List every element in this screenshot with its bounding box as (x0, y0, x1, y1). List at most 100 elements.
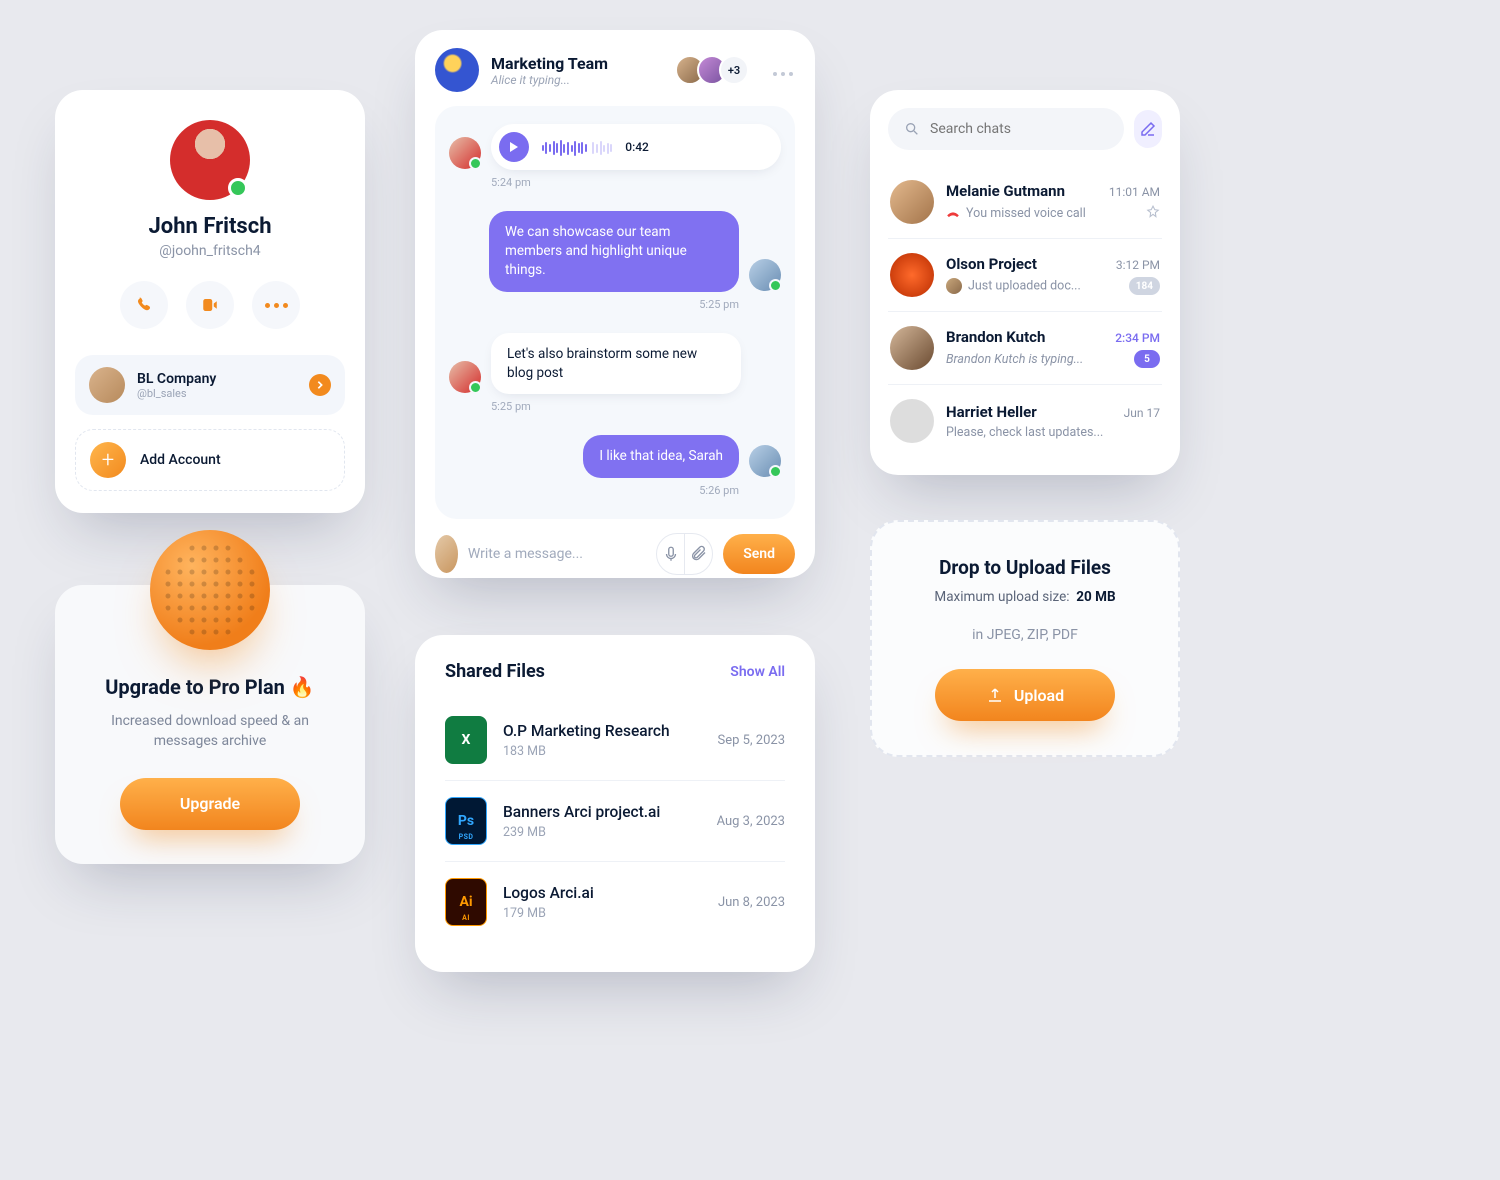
voice-duration: 0:42 (625, 140, 649, 154)
message-time: 5:26 pm (449, 484, 739, 497)
add-account-label: Add Account (140, 452, 221, 468)
phone-icon (135, 296, 153, 314)
paperclip-icon (690, 545, 708, 563)
call-button[interactable] (120, 281, 168, 329)
message-row: 0:42 5:24 pm (449, 124, 781, 189)
upgrade-orb-graphic (150, 530, 270, 650)
message-row: We can showcase our team members and hig… (449, 211, 781, 311)
message-composer: Send (435, 533, 795, 575)
chat-subtext: You missed voice call (946, 206, 1086, 221)
message-time: 5:25 pm (491, 400, 781, 413)
file-row[interactable]: X O.P Marketing Research 183 MB Sep 5, 2… (445, 700, 785, 780)
chat-name: Olson Project (946, 255, 1037, 273)
profile-handle: @joohn_fritsch4 (75, 243, 345, 259)
message-bubble: Let's also brainstorm some new blog post (491, 333, 741, 395)
unread-badge: 5 (1134, 350, 1160, 368)
upload-formats: in JPEG, ZIP, PDF (896, 627, 1154, 643)
team-avatar[interactable] (435, 48, 479, 92)
chat-menu-button[interactable] (771, 61, 795, 80)
chat-time: 3:12 PM (1116, 258, 1160, 272)
upload-button[interactable]: Upload (935, 669, 1115, 721)
dot-icon (265, 303, 270, 308)
chat-subtext: Please, check last updates... (946, 425, 1103, 440)
message-avatar (449, 361, 481, 393)
file-date: Jun 8, 2023 (718, 895, 785, 910)
chat-time: Jun 17 (1124, 406, 1160, 420)
message-input[interactable] (468, 546, 646, 562)
file-row[interactable]: AiAI Logos Arci.ai 179 MB Jun 8, 2023 (445, 861, 785, 942)
message-row: Let's also brainstorm some new blog post… (449, 333, 781, 414)
upgrade-card: Upgrade to Pro Plan 🔥 Increased download… (55, 585, 365, 864)
chat-list-item[interactable]: Brandon Kutch2:34 PM Brandon Kutch is ty… (888, 311, 1162, 384)
chat-time: 2:34 PM (1115, 331, 1160, 345)
show-all-link[interactable]: Show All (730, 664, 785, 680)
upload-dropzone[interactable]: Drop to Upload Files Maximum upload size… (870, 520, 1180, 757)
typing-indicator: Alice it typing... (491, 73, 671, 87)
video-button[interactable] (186, 281, 234, 329)
account-switcher[interactable]: BL Company @bl_sales (75, 355, 345, 415)
chat-avatar (890, 399, 934, 443)
video-icon (201, 296, 219, 314)
voice-message[interactable]: 0:42 (491, 124, 781, 170)
unread-badge: 184 (1129, 277, 1160, 295)
chat-subtext: Brandon Kutch is typing... (946, 352, 1083, 367)
play-button[interactable] (499, 132, 529, 162)
search-chats[interactable] (888, 108, 1124, 150)
pin-icon (1146, 204, 1160, 223)
mic-icon (662, 545, 680, 563)
upgrade-title: Upgrade to Pro Plan 🔥 (83, 675, 337, 699)
search-input[interactable] (930, 121, 1108, 137)
account-name: BL Company (137, 371, 297, 387)
message-avatar (749, 259, 781, 291)
chat-avatar (890, 326, 934, 370)
message-row: I like that idea, Sarah 5:26 pm (449, 435, 781, 497)
file-row[interactable]: PsPSD Banners Arci project.ai 239 MB Aug… (445, 780, 785, 861)
upload-max: Maximum upload size: 20 MB (896, 589, 1154, 605)
chat-list-item[interactable]: Harriet Heller Jun 17 Please, check last … (888, 384, 1162, 457)
message-bubble: We can showcase our team members and hig… (489, 211, 739, 292)
more-button[interactable] (252, 281, 300, 329)
chevron-right-icon (309, 374, 331, 396)
profile-card: John Fritsch @joohn_fritsch4 BL Company … (55, 90, 365, 513)
file-name: Banners Arci project.ai (503, 803, 701, 821)
file-name: O.P Marketing Research (503, 722, 702, 740)
chat-list-item[interactable]: Melanie Gutmann 11:01 AM You missed voice… (888, 166, 1162, 238)
chat-name: Melanie Gutmann (946, 182, 1065, 200)
missed-call-icon (946, 206, 960, 220)
waveform-icon (541, 138, 613, 157)
shared-files-title: Shared Files (445, 661, 545, 682)
plus-icon: + (90, 442, 126, 478)
upload-title: Drop to Upload Files (896, 556, 1154, 579)
file-date: Sep 5, 2023 (718, 733, 785, 748)
chat-list-card: Melanie Gutmann 11:01 AM You missed voice… (870, 90, 1180, 475)
add-account-button[interactable]: + Add Account (75, 429, 345, 491)
chat-time: 11:01 AM (1109, 185, 1160, 199)
attach-button[interactable] (684, 534, 712, 574)
chat-name: Harriet Heller (946, 403, 1037, 421)
send-button[interactable]: Send (723, 534, 795, 574)
illustrator-file-icon: AiAI (445, 878, 487, 926)
account-avatar (89, 367, 125, 403)
search-icon (904, 121, 920, 137)
participants[interactable]: +3 (683, 55, 749, 85)
message-avatar (449, 137, 481, 169)
participant-overflow: +3 (719, 55, 749, 85)
message-bubble: I like that idea, Sarah (583, 435, 739, 478)
upgrade-subtitle: Increased download speed & an messages a… (83, 711, 337, 752)
compose-icon (1139, 120, 1157, 138)
profile-avatar[interactable] (170, 120, 250, 200)
upgrade-button[interactable]: Upgrade (120, 778, 300, 830)
file-date: Aug 3, 2023 (717, 814, 785, 829)
mic-button[interactable] (657, 534, 684, 574)
file-size: 179 MB (503, 906, 702, 921)
mini-avatar (946, 278, 962, 294)
file-size: 183 MB (503, 744, 702, 759)
message-time: 5:24 pm (491, 176, 781, 189)
photoshop-file-icon: PsPSD (445, 797, 487, 845)
chat-avatar (890, 253, 934, 297)
file-name: Logos Arci.ai (503, 884, 702, 902)
chat-avatar (890, 180, 934, 224)
chat-list-item[interactable]: Olson Project3:12 PM Just uploaded doc..… (888, 238, 1162, 311)
chat-title: Marketing Team (491, 54, 671, 73)
compose-button[interactable] (1134, 110, 1162, 148)
